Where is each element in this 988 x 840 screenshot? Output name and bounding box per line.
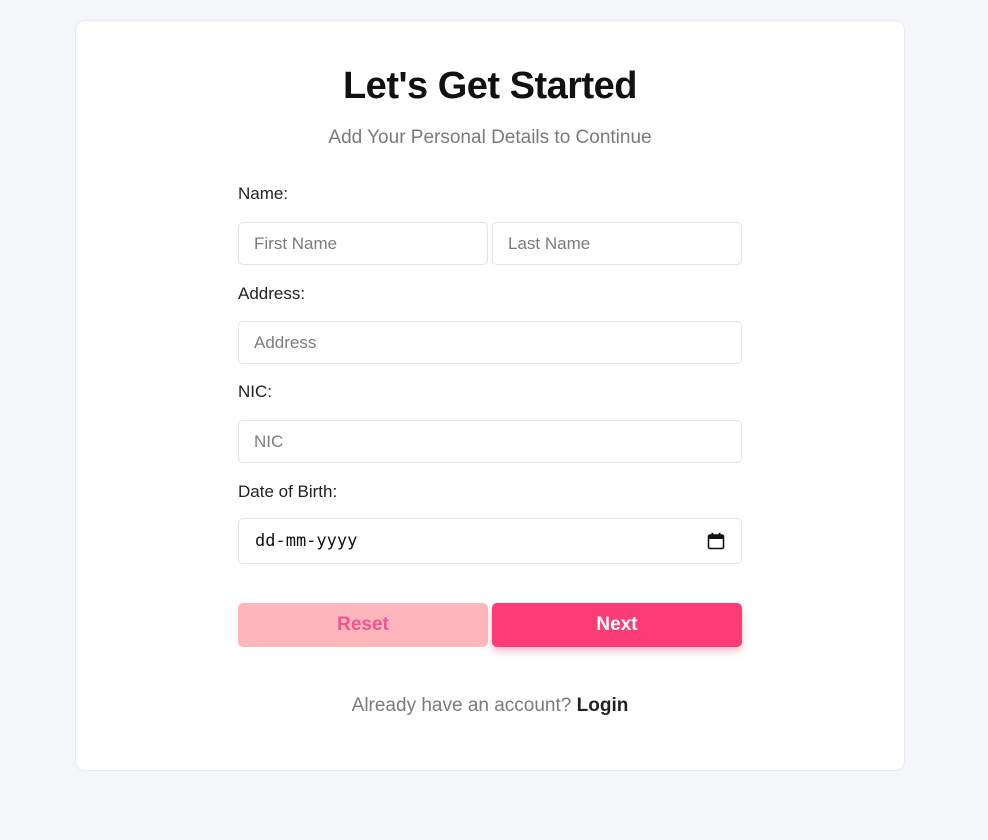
next-button[interactable]: Next <box>492 603 742 647</box>
address-label: Address: <box>238 284 306 303</box>
last-name-input[interactable] <box>492 222 742 265</box>
login-prompt-text: Already have an account? <box>351 695 572 716</box>
dob-label: Date of Birth: <box>238 482 338 501</box>
signup-card: Let's Get Started Add Your Personal Deta… <box>75 20 905 771</box>
dob-input[interactable]: dd-mm-yyyy <box>238 518 742 564</box>
page-title: Let's Get Started <box>342 65 638 107</box>
page-subtitle: Add Your Personal Details to Continue <box>328 127 652 148</box>
address-input[interactable] <box>238 321 742 364</box>
login-prompt: Already have an account? Login <box>76 695 904 717</box>
nic-label: NIC: <box>238 382 272 401</box>
dob-value: dd-mm-yyyy <box>255 531 358 551</box>
reset-button[interactable]: Reset <box>238 603 488 647</box>
calendar-icon[interactable] <box>707 532 725 550</box>
first-name-input[interactable] <box>238 222 488 265</box>
nic-input[interactable] <box>238 420 742 463</box>
name-label: Name: <box>238 184 289 203</box>
login-link[interactable]: Login <box>577 695 629 716</box>
